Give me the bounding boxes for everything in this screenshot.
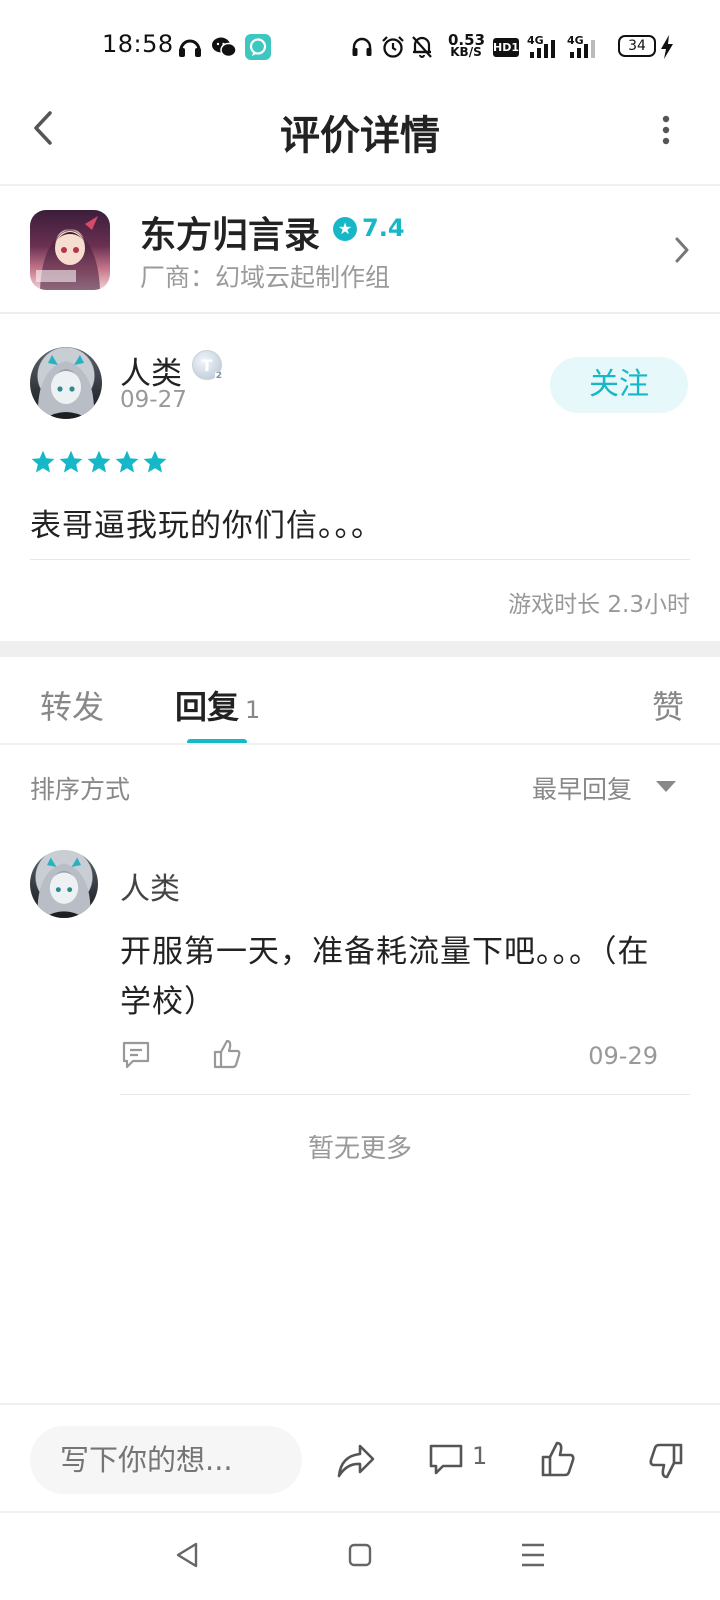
divider	[0, 743, 720, 745]
more-icon[interactable]	[660, 114, 672, 146]
signal-icon	[530, 40, 555, 58]
star-icon	[59, 450, 83, 473]
battery-level: 34	[618, 35, 656, 57]
thumbs-down-icon[interactable]	[648, 1442, 684, 1480]
rating-star-icon: ★	[333, 217, 357, 241]
game-icon[interactable]	[30, 210, 110, 290]
divider	[120, 1094, 690, 1095]
reply-date: 09-29	[588, 1042, 658, 1070]
wechat-icon	[212, 37, 237, 58]
sort-label: 排序方式	[30, 775, 131, 804]
status-time: 18:58	[102, 30, 174, 58]
nav-menu-icon[interactable]	[519, 1541, 547, 1569]
follow-button[interactable]: 关注	[550, 357, 688, 413]
chat-bubble-icon	[245, 34, 271, 60]
alarm-icon	[382, 36, 404, 58]
review-text: 表哥逼我玩的你们信。。。	[30, 508, 383, 544]
tab-reply[interactable]: 回复 1	[175, 682, 260, 728]
reply-avatar[interactable]	[30, 850, 98, 918]
sort-dropdown[interactable]: 最早回复	[532, 770, 632, 806]
tab-reply-count: 1	[245, 696, 261, 724]
mute-icon	[412, 36, 432, 58]
level-badge-letter: T	[201, 356, 213, 375]
signal-icon-2	[570, 40, 595, 58]
divider	[30, 559, 690, 560]
comment-icon[interactable]	[428, 1443, 464, 1477]
charging-icon	[661, 35, 673, 59]
page-title: 评价详情	[280, 113, 440, 159]
status-bar: 18:58 0.53 KB/S HD1 4G 4G 34	[0, 0, 720, 96]
thumbs-up-icon[interactable]	[540, 1440, 576, 1478]
play-time: 游戏时长 2.3小时	[508, 592, 690, 618]
level-badge-number: 2	[214, 371, 223, 382]
star-icon	[143, 450, 167, 473]
tab-reply-label: 回复	[175, 688, 240, 726]
star-icon	[87, 450, 111, 473]
no-more-label: 暂无更多	[307, 1134, 412, 1164]
network-speed-unit: KB/S	[450, 45, 482, 59]
dropdown-arrow-icon[interactable]	[656, 781, 676, 792]
review-date: 09-27	[120, 387, 187, 413]
game-name[interactable]: 东方归言录	[140, 206, 320, 258]
chevron-right-icon[interactable]	[674, 236, 690, 264]
game-rating: 7.4	[362, 214, 405, 242]
reply-author-name[interactable]: 人类	[120, 864, 180, 908]
tab-share[interactable]: 转发	[40, 682, 104, 728]
review-stars	[30, 449, 168, 477]
share-icon[interactable]	[336, 1443, 376, 1479]
hd-badge: HD1	[493, 38, 519, 57]
game-developer: 厂商：幻域云起制作组	[140, 263, 391, 292]
network-speed: 0.53 KB/S	[448, 33, 485, 59]
thumbs-up-icon[interactable]	[212, 1038, 242, 1070]
reply-text: 开服第一天，准备耗流量下吧。。。（在学校）	[120, 934, 650, 1020]
section-separator	[0, 641, 720, 657]
level-badge: T 2	[192, 350, 223, 382]
comment-input[interactable]	[30, 1426, 302, 1494]
headphones-icon	[352, 37, 372, 56]
star-icon	[31, 450, 55, 473]
nav-home-icon[interactable]	[347, 1541, 373, 1569]
tab-like[interactable]: 赞	[652, 682, 684, 728]
star-icon	[115, 450, 139, 473]
comment-count: 1	[472, 1442, 488, 1470]
music-app-icon	[179, 39, 201, 57]
nav-back-icon[interactable]	[174, 1541, 200, 1569]
comment-icon[interactable]	[121, 1040, 151, 1070]
reviewer-avatar[interactable]	[30, 347, 102, 419]
